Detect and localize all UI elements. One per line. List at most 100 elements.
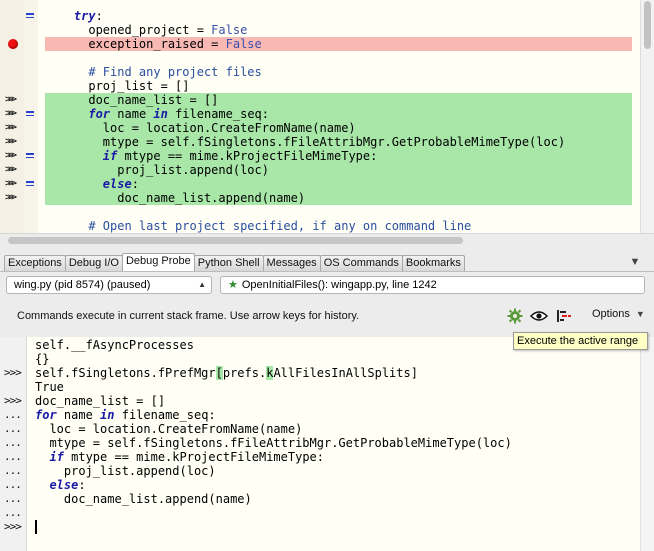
tab-bookmarks[interactable]: Bookmarks — [401, 255, 465, 271]
tool-tab-bar: Exceptions Debug I/O Debug Probe Python She… — [0, 252, 654, 272]
console-line: ... loc = location.CreateFromName(name) — [0, 422, 640, 436]
text-caret — [35, 520, 37, 534]
code-token: filename_seq: — [114, 408, 216, 422]
line-background — [45, 205, 632, 219]
editor-line[interactable]: >>> else: — [0, 177, 638, 191]
console-prompt: ... — [4, 408, 22, 421]
console-prompt: ... — [4, 450, 22, 463]
options-label: Options — [592, 308, 630, 320]
code-token: proj_list.append(loc) — [45, 163, 269, 177]
editor-line[interactable]: >>> if mtype == mime.kProjectFileMimeTyp… — [0, 149, 638, 163]
active-range-marker: >>> — [5, 150, 17, 161]
console-text: self.fSingletons.fPrefMgr[prefs.kAllFile… — [35, 366, 418, 380]
comment-token: # Open last project specified, if any on… — [88, 219, 472, 233]
probe-console[interactable]: self.__fAsyncProcesses{} >>> self.fSinglet… — [0, 337, 654, 551]
editor-line[interactable]: opened_project = False — [0, 23, 638, 37]
star-icon: ★ — [228, 279, 238, 291]
editor-line[interactable]: # Open last project specified, if any on… — [0, 219, 638, 233]
code-text: # Find any project files — [45, 65, 261, 79]
code-token: opened_project = — [45, 23, 212, 37]
code-token: prefs. — [222, 366, 267, 380]
tab-menu-dropdown-icon[interactable]: ▼ — [628, 255, 642, 269]
editor-line[interactable]: >>> for name in filename_seq: — [0, 107, 638, 121]
code-token: filename_seq: — [167, 107, 270, 121]
editor-horizontal-scrollbar[interactable] — [0, 233, 654, 247]
code-token: mtype = self.fSingletons.fFileAttribMgr.… — [35, 436, 512, 450]
console-prompt: ... — [4, 436, 22, 449]
keyword-token: try — [73, 9, 96, 23]
editor-line[interactable]: proj_list = [] — [0, 79, 638, 93]
editor-line[interactable] — [0, 205, 638, 219]
scroll-thumb[interactable] — [644, 1, 651, 49]
code-text: opened_project = False — [45, 23, 247, 37]
console-vertical-scrollbar[interactable] — [640, 337, 654, 551]
fold-toggle-icon[interactable] — [26, 111, 34, 116]
code-token: loc = location.CreateFromName(name) — [35, 422, 303, 436]
gear-icon[interactable] — [507, 308, 523, 324]
active-range-marker: >>> — [5, 108, 17, 119]
editor-vertical-scrollbar[interactable] — [640, 0, 654, 233]
console-line: >>> — [0, 520, 640, 534]
tab-os-commands[interactable]: OS Commands — [319, 255, 403, 271]
code-text: exception_raised = False — [45, 37, 261, 51]
editor-line[interactable]: >>> doc_name_list.append(name) — [0, 191, 638, 205]
keyword-token: if — [102, 149, 118, 163]
code-token: : — [131, 177, 139, 191]
editor-line[interactable]: # Find any project files — [0, 65, 638, 79]
tab-debug-probe[interactable]: Debug Probe — [121, 253, 195, 271]
tab-python-shell[interactable]: Python Shell — [193, 255, 264, 271]
code-token: : — [78, 478, 86, 492]
code-token: doc_name_list = [] — [35, 394, 166, 408]
fold-toggle-icon[interactable] — [26, 153, 34, 158]
active-range-icon[interactable] — [556, 308, 572, 324]
fold-toggle-icon[interactable] — [26, 13, 34, 18]
breakpoint-icon[interactable] — [8, 39, 18, 49]
code-token: : — [95, 9, 103, 23]
code-text: for name in filename_seq: — [45, 107, 269, 121]
tab-debug-i-o[interactable]: Debug I/O — [64, 255, 123, 271]
editor-line[interactable]: try: — [0, 9, 638, 23]
console-text: mtype = self.fSingletons.fFileAttribMgr.… — [35, 436, 512, 450]
code-token: name — [110, 107, 154, 121]
options-menu-button[interactable]: Options ▼ — [592, 308, 645, 320]
console-text: if mtype == mime.kProjectFileMimeType: — [35, 450, 324, 464]
code-text: proj_list.append(loc) — [45, 163, 269, 177]
active-range-marker: >>> — [5, 94, 17, 105]
line-background — [45, 9, 632, 23]
code-token: doc_name_list = [] — [45, 93, 219, 107]
editor-line[interactable]: >>> doc_name_list = [] — [0, 93, 638, 107]
tab-exceptions[interactable]: Exceptions — [4, 255, 66, 271]
console-prompt: ... — [4, 492, 22, 505]
console-text: for name in filename_seq: — [35, 408, 216, 422]
eye-icon[interactable] — [529, 310, 549, 322]
editor-line[interactable] — [0, 51, 638, 65]
editor-line[interactable]: >>> mtype = self.fSingletons.fFileAttrib… — [0, 135, 638, 149]
active-range-marker: >>> — [5, 122, 17, 133]
console-text: True — [35, 380, 64, 394]
tab-messages[interactable]: Messages — [262, 255, 321, 271]
console-line: ... mtype = self.fSingletons.fFileAttrib… — [0, 436, 640, 450]
editor-line[interactable]: >>> loc = location.CreateFromName(name) — [0, 121, 638, 135]
code-token: True — [35, 380, 64, 394]
process-select[interactable]: wing.py (pid 8574) (paused) ▲ — [6, 276, 212, 294]
code-text: # Open last project specified, if any on… — [45, 219, 471, 233]
code-text: proj_list = [] — [45, 79, 189, 93]
code-token: doc_name_list.append(name) — [35, 492, 252, 506]
code-token: proj_list.append(loc) — [35, 464, 216, 478]
code-text: try: — [45, 9, 103, 23]
stack-frame-select[interactable]: ★ OpenInitialFiles(): wingapp.py, line 12… — [220, 276, 645, 294]
code-token: loc = location.CreateFromName(name) — [45, 121, 356, 135]
code-text: doc_name_list.append(name) — [45, 191, 305, 205]
code-token: name — [56, 408, 101, 422]
editor-line[interactable]: exception_raised = False — [0, 37, 638, 51]
constant-token: False — [211, 23, 248, 37]
fold-toggle-icon[interactable] — [26, 181, 34, 186]
active-range-marker: >>> — [5, 192, 17, 203]
console-line: ... — [0, 506, 640, 520]
code-editor[interactable]: try: opened_project = False exception_ra… — [0, 0, 654, 233]
editor-line[interactable]: >>> proj_list.append(loc) — [0, 163, 638, 177]
scroll-thumb[interactable] — [8, 237, 463, 244]
